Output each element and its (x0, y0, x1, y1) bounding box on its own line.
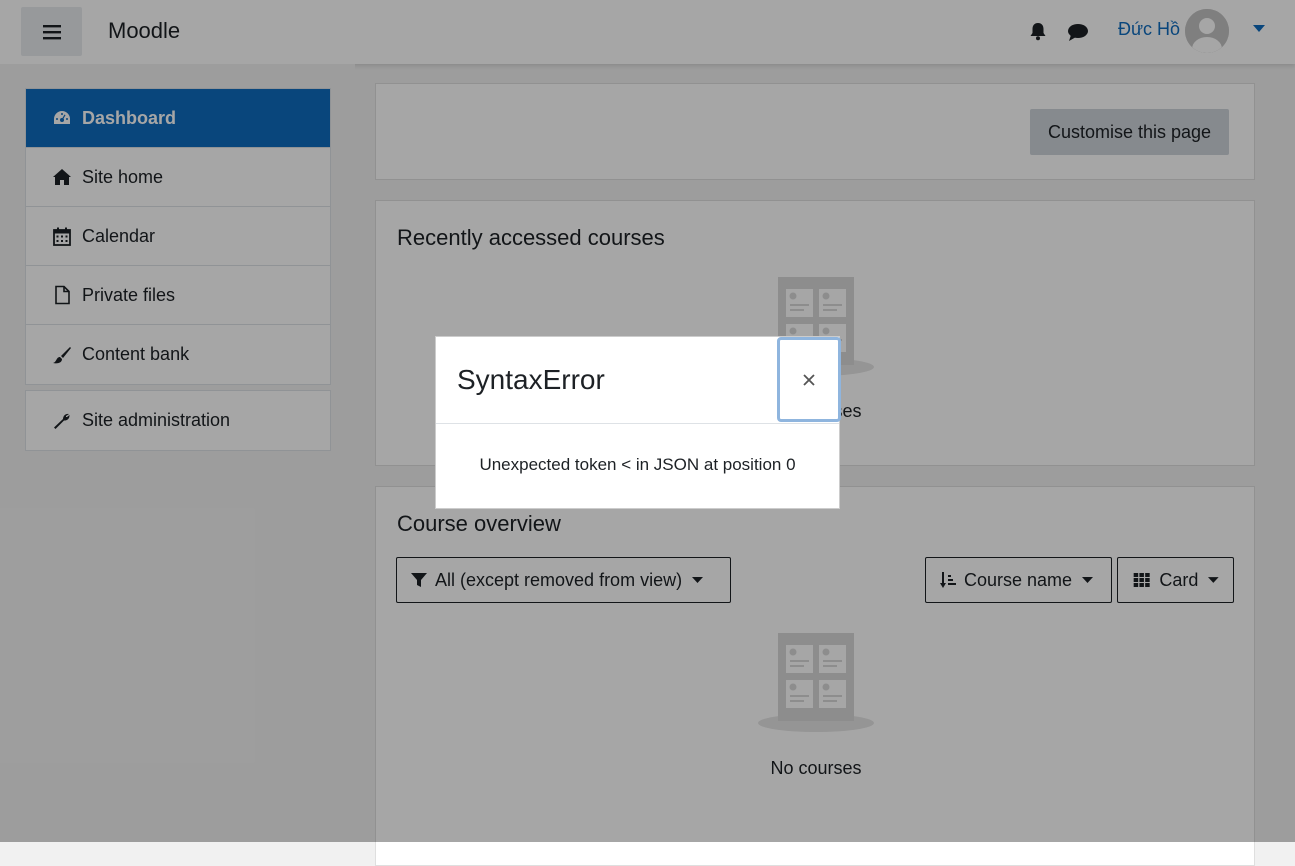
dialog-title: SyntaxError (457, 364, 605, 395)
error-dialog: SyntaxError Unexpected token < in JSON a… (435, 336, 841, 509)
dialog-message: Unexpected token < in JSON at position 0 (479, 455, 796, 474)
close-icon (803, 373, 815, 386)
close-button[interactable] (777, 337, 841, 422)
